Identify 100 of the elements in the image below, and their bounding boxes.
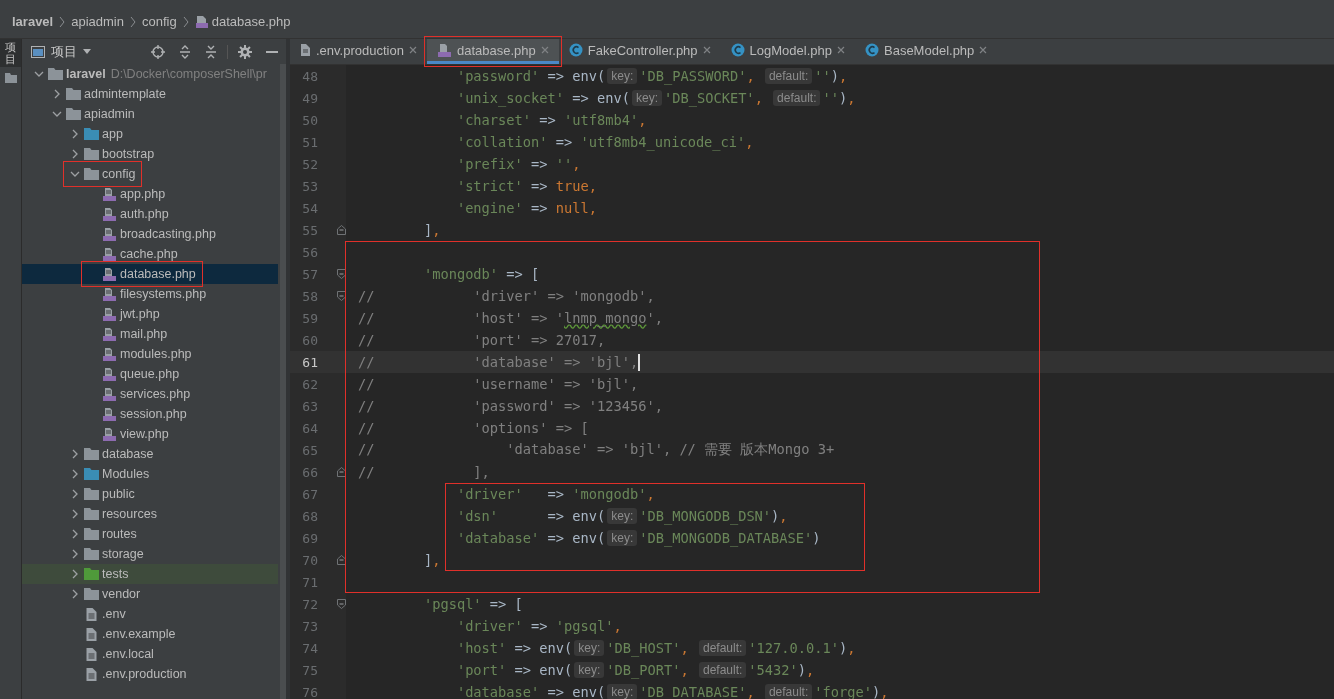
tree-item[interactable]: database.php [22, 264, 278, 284]
tree-item[interactable]: filesystems.php [22, 284, 278, 304]
tree-item[interactable]: services.php [22, 384, 278, 404]
tree-item[interactable]: bootstrap [22, 144, 278, 164]
code-text: => [530, 618, 549, 634]
editor-tab[interactable]: BaseModel.php [855, 39, 998, 64]
fold-start-icon[interactable] [336, 599, 346, 609]
parameter-hint: default: [764, 684, 813, 699]
project-tool-tab[interactable]: 项目 [0, 39, 21, 68]
tree-item[interactable]: public [22, 484, 278, 504]
tree-item[interactable]: .env.local [22, 644, 278, 664]
fold-end-icon[interactable] [336, 467, 346, 477]
class-icon [730, 43, 745, 57]
tree-item[interactable]: app.php [22, 184, 278, 204]
line-number: 63 [301, 398, 318, 414]
tree-item[interactable]: resources [22, 504, 278, 524]
tree-item[interactable]: .env [22, 604, 278, 624]
code-text: => env( [571, 90, 630, 106]
close-icon[interactable] [408, 46, 417, 54]
expand-all-icon[interactable] [179, 44, 191, 59]
code-text: ) [838, 90, 848, 106]
line-number: 57 [301, 266, 318, 282]
editor-tab[interactable]: LogModel.php [720, 39, 855, 64]
code-comment: // 'database' => 'bjl', [358, 354, 639, 370]
tree-item[interactable]: modules.php [22, 344, 278, 364]
tree-item[interactable]: mail.php [22, 324, 278, 344]
tree-item[interactable]: vendor [22, 584, 278, 604]
fold-end-icon[interactable] [336, 555, 346, 565]
breadcrumb-item[interactable]: apiadmin [71, 14, 124, 29]
tree-item[interactable]: admintemplate [22, 84, 278, 104]
tree-item[interactable]: app [22, 124, 278, 144]
tree-item[interactable]: jwt.php [22, 304, 278, 324]
php-file-icon [102, 406, 117, 422]
panel-title[interactable]: 项目 [51, 42, 77, 61]
code-punctuation: , [746, 684, 756, 699]
target-icon[interactable] [151, 44, 165, 59]
line-number: 54 [301, 200, 318, 216]
editor-tab[interactable]: .env.production [290, 39, 427, 64]
editor-tab[interactable]: FakeController.php [558, 39, 721, 64]
code-string: 'charset' [455, 112, 532, 128]
tree-item[interactable]: cache.php [22, 244, 278, 264]
tree-item-label: .env.example [102, 627, 176, 641]
tree-item[interactable]: .env.example [22, 624, 278, 644]
minimize-icon[interactable] [266, 50, 278, 53]
tree-item[interactable]: queue.php [22, 364, 278, 384]
tree-item[interactable]: storage [22, 544, 278, 564]
tree-item[interactable]: routes [22, 524, 278, 544]
php-file-icon [102, 186, 117, 202]
code-text: => env( [513, 640, 573, 656]
close-icon[interactable] [979, 46, 988, 54]
tree-item[interactable]: database [22, 444, 278, 464]
tree-item-label: view.php [120, 427, 169, 441]
tree-item[interactable]: tests [22, 564, 278, 584]
tree-item-label: jwt.php [120, 307, 160, 321]
tree-item[interactable]: laravel D:\Docker\composerShell\pr [22, 64, 278, 84]
close-icon[interactable] [837, 46, 845, 54]
code-string: 'password' [455, 68, 540, 84]
code-string: 'DB_MONGODB_DSN' [639, 508, 772, 524]
line-number: 51 [301, 134, 318, 150]
line-number: 65 [301, 442, 318, 458]
line-number: 55 [301, 222, 318, 238]
code-punctuation: , [613, 618, 622, 634]
text-cursor [638, 353, 641, 371]
editor-tab[interactable]: database.php [426, 39, 559, 64]
tree-item[interactable]: view.php [22, 424, 278, 444]
tree-item[interactable]: broadcasting.php [22, 224, 278, 244]
fold-start-icon[interactable] [336, 291, 346, 301]
tree-item[interactable]: apiadmin [22, 104, 278, 124]
tree-item-label: public [102, 487, 135, 501]
fold-start-icon[interactable] [336, 269, 346, 279]
line-number: 59 [301, 310, 318, 326]
code-string: 'DB_SOCKET' [663, 90, 755, 106]
breadcrumb-item[interactable]: database.php [194, 14, 291, 29]
tree-item[interactable]: session.php [22, 404, 278, 424]
tree-item-label: app.php [120, 187, 166, 201]
tree-item-label: routes [102, 527, 137, 541]
line-number: 53 [301, 178, 318, 194]
php-file-icon [102, 246, 117, 262]
collapse-all-icon[interactable] [205, 44, 217, 59]
settings-icon[interactable] [238, 44, 252, 59]
tree-item[interactable]: Modules [22, 464, 278, 484]
tree-item[interactable]: config [22, 164, 278, 184]
code-text: => [ [488, 596, 523, 612]
breadcrumb-item[interactable]: laravel [12, 14, 54, 29]
tree-item-label: .env.local [102, 647, 154, 661]
close-icon[interactable] [702, 46, 711, 54]
tree-item[interactable]: auth.php [22, 204, 278, 224]
code-text: => [ [505, 266, 540, 282]
line-number: 58 [301, 288, 318, 304]
tree-item-label: Modules [102, 467, 150, 481]
dropdown-icon[interactable] [83, 49, 91, 54]
code-punctuation: , [839, 68, 848, 84]
code-string: '' [555, 156, 573, 172]
tree-item[interactable]: .env.production [22, 664, 278, 684]
tree-item-label: app [102, 127, 123, 141]
line-number: 61 [301, 354, 318, 370]
php-file-icon [102, 366, 117, 382]
fold-end-icon[interactable] [336, 225, 346, 235]
line-number: 69 [301, 530, 318, 546]
breadcrumb-item[interactable]: config [141, 14, 177, 29]
